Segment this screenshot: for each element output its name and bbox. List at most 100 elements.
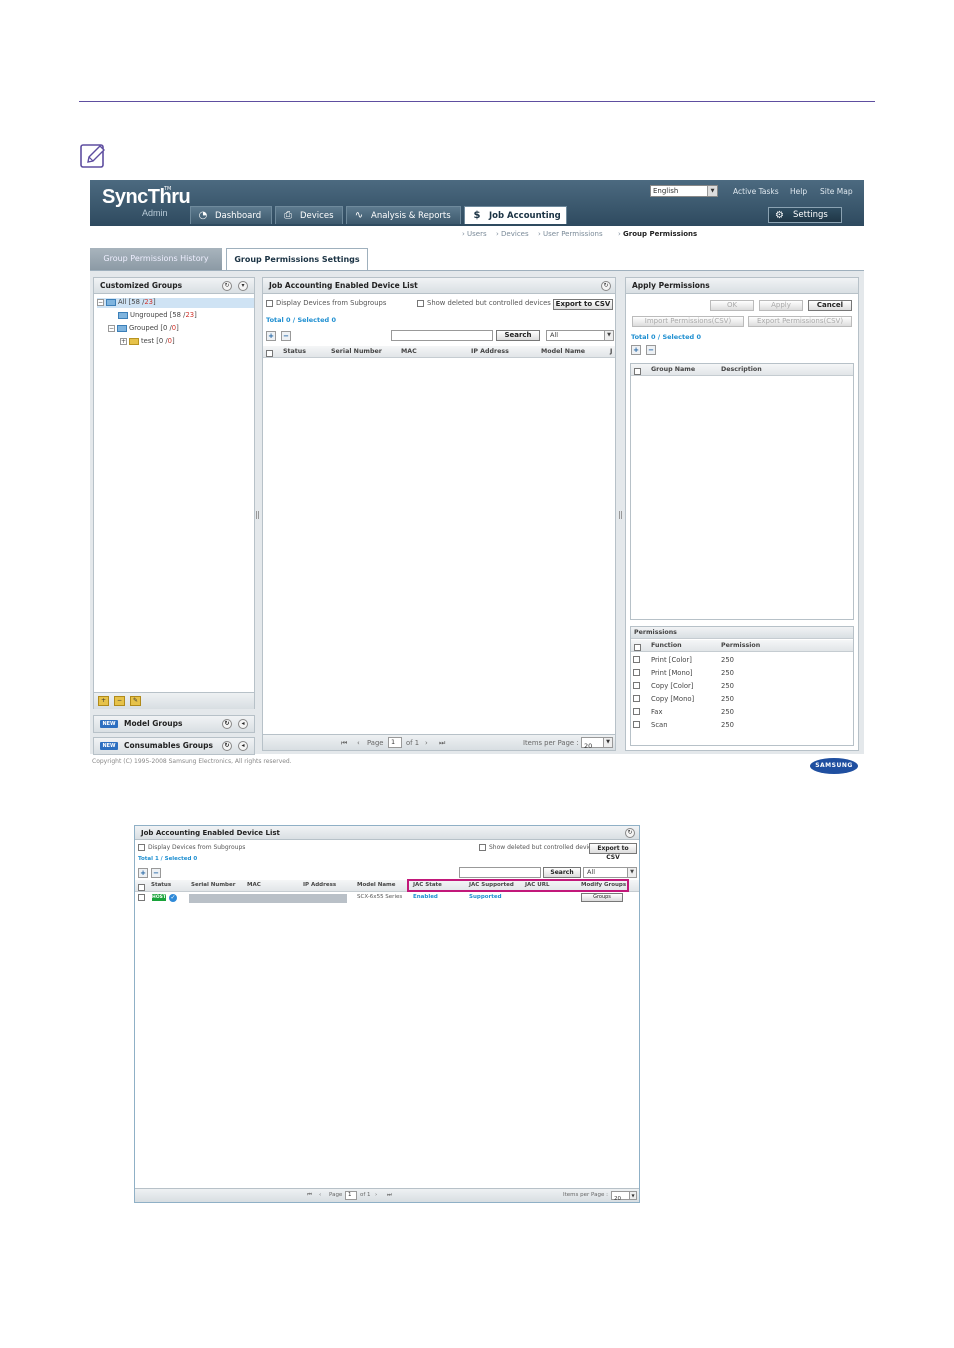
tree-item-all[interactable]: − All [58 /23] (97, 298, 254, 308)
tab-group-permissions-settings[interactable]: Group Permissions Settings (226, 248, 368, 270)
last-page-icon[interactable]: ⏭ (439, 739, 445, 748)
tab-dashboard[interactable]: ◔ Dashboard (190, 206, 272, 224)
remove-folder-icon[interactable]: − (114, 696, 125, 706)
column-header[interactable]: Serial Number (191, 882, 235, 888)
settings-button[interactable]: ⚙ Settings (768, 207, 842, 223)
page-number-input[interactable]: 1 (388, 737, 402, 748)
tab-devices[interactable]: ⎙ Devices (275, 206, 343, 224)
column-header[interactable]: MAC (247, 882, 261, 888)
select-all-checkbox[interactable] (138, 884, 145, 891)
select-all-checkbox[interactable] (266, 350, 273, 357)
language-select[interactable]: English ▼ (650, 185, 718, 197)
cancel-button[interactable]: Cancel (808, 300, 852, 311)
column-header[interactable]: Function (651, 642, 682, 649)
first-page-icon[interactable]: ⏮ (307, 1192, 312, 1199)
tree-item-ungrouped[interactable]: Ungrouped [58 /23] (118, 311, 197, 319)
column-header[interactable]: Description (721, 366, 762, 373)
breadcrumb-users[interactable]: › Users (462, 230, 487, 238)
expand-toggle-icon[interactable]: + (120, 337, 127, 345)
filter-select[interactable]: All ▼ (583, 867, 637, 878)
add-folder-icon[interactable]: + (98, 696, 109, 706)
checkbox[interactable] (633, 669, 640, 676)
search-input[interactable] (459, 867, 541, 878)
column-header[interactable]: Status (283, 348, 306, 355)
search-input[interactable] (391, 330, 493, 341)
splitter-handle[interactable] (256, 511, 259, 519)
row-checkbox[interactable] (138, 894, 145, 901)
search-button[interactable]: Search (543, 867, 581, 878)
model-groups-accordion[interactable]: NEW Model Groups ↻ ◂ (93, 715, 255, 733)
apply-button[interactable]: Apply (759, 300, 803, 311)
column-header[interactable]: Group Name (651, 366, 695, 373)
column-header[interactable]: J (610, 348, 612, 355)
table-row[interactable]: HOST ✓ SCX-6x55 Series Enabled Supported… (135, 892, 639, 904)
add-icon[interactable]: + (631, 345, 641, 355)
export-permissions-button[interactable]: Export Permissions(CSV) (748, 316, 852, 327)
tree-item-grouped[interactable]: − Grouped [0 /0] (108, 324, 179, 332)
remove-icon[interactable]: − (646, 345, 656, 355)
remove-icon[interactable]: − (281, 331, 291, 341)
checkbox[interactable] (633, 721, 640, 728)
first-page-icon[interactable]: ⏮ (341, 739, 347, 748)
tab-group-permissions-history[interactable]: Group Permissions History (90, 248, 222, 270)
prev-page-icon[interactable]: ‹ (357, 739, 360, 747)
export-csv-button[interactable]: Export to CSV (589, 843, 637, 861)
column-header[interactable]: Model Name (357, 882, 396, 888)
remove-icon[interactable]: − (151, 868, 161, 878)
checkbox[interactable] (417, 299, 424, 307)
checkbox[interactable] (633, 708, 640, 715)
checkbox[interactable] (633, 682, 640, 689)
checkbox[interactable] (138, 844, 145, 851)
consumables-groups-accordion[interactable]: NEW Consumables Groups ↻ ◂ (93, 737, 255, 755)
column-header[interactable]: Model Name (541, 348, 585, 355)
items-per-page-select[interactable]: 20 ▼ (611, 1191, 637, 1202)
column-header[interactable]: MAC (401, 348, 417, 355)
show-deleted-checkbox[interactable]: Show deleted but controlled devices (417, 299, 551, 307)
collapse-icon[interactable]: ▾ (238, 281, 248, 291)
checkbox[interactable] (479, 844, 486, 851)
edit-folder-icon[interactable]: ✎ (130, 696, 141, 706)
search-button[interactable]: Search (496, 330, 540, 341)
import-permissions-button[interactable]: Import Permissions(CSV) (632, 316, 744, 327)
expand-icon[interactable]: ◂ (238, 741, 248, 751)
display-subgroups-checkbox[interactable]: Display Devices from Subgroups (138, 844, 245, 851)
column-header[interactable]: IP Address (471, 348, 509, 355)
collapse-toggle-icon[interactable]: − (97, 298, 104, 306)
expand-icon[interactable]: ◂ (238, 719, 248, 729)
column-header[interactable]: Permission (721, 642, 760, 649)
column-header[interactable]: Serial Number (331, 348, 382, 355)
refresh-icon[interactable]: ↻ (625, 828, 635, 838)
next-page-icon[interactable]: › (375, 1192, 377, 1198)
column-header[interactable]: IP Address (303, 882, 336, 888)
checkbox[interactable] (633, 656, 640, 663)
next-page-icon[interactable]: › (425, 739, 428, 747)
select-all-checkbox[interactable] (634, 644, 641, 651)
checkbox[interactable] (266, 299, 273, 307)
tab-analysis-reports[interactable]: ∿ Analysis & Reports (346, 206, 461, 224)
refresh-icon[interactable]: ↻ (222, 719, 232, 729)
prev-page-icon[interactable]: ‹ (319, 1192, 321, 1198)
refresh-icon[interactable]: ↻ (601, 281, 611, 291)
refresh-icon[interactable]: ↻ (222, 281, 232, 291)
tree-item-test[interactable]: + test [0 /0] (120, 337, 175, 345)
add-icon[interactable]: + (266, 331, 276, 341)
help-link[interactable]: Help (790, 187, 807, 196)
filter-select[interactable]: All ▼ (546, 330, 614, 341)
display-subgroups-checkbox[interactable]: Display Devices from Subgroups (266, 299, 386, 307)
groups-button[interactable]: Groups (581, 893, 623, 902)
add-icon[interactable]: + (138, 868, 148, 878)
checkbox[interactable] (633, 695, 640, 702)
refresh-icon[interactable]: ↻ (222, 741, 232, 751)
ok-button[interactable]: OK (710, 300, 754, 311)
collapse-toggle-icon[interactable]: − (108, 324, 115, 332)
breadcrumb-devices[interactable]: › Devices (496, 230, 529, 238)
last-page-icon[interactable]: ⏭ (387, 1192, 392, 1199)
export-csv-button[interactable]: Export to CSV (553, 299, 613, 310)
splitter-handle[interactable] (619, 511, 622, 519)
select-all-checkbox[interactable] (634, 368, 641, 375)
show-deleted-checkbox[interactable]: Show deleted but controlled devices (479, 844, 598, 851)
column-header[interactable]: Status (151, 882, 171, 888)
active-tasks-link[interactable]: Active Tasks (733, 187, 779, 196)
breadcrumb-user-permissions[interactable]: › User Permissions (538, 230, 603, 238)
page-number-input[interactable]: 1 (345, 1191, 357, 1200)
